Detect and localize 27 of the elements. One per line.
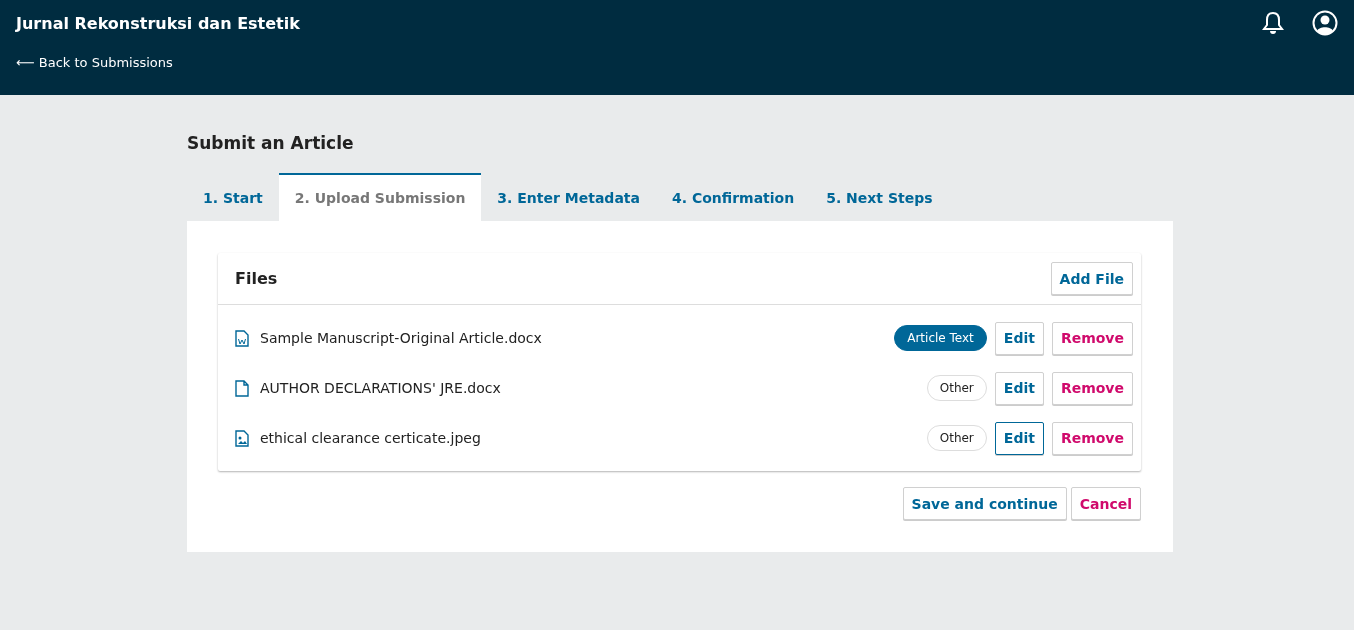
edit-button[interactable]: Edit (994, 371, 1044, 405)
page-title: Submit an Article (187, 133, 355, 153)
edit-button[interactable]: Edit (994, 421, 1044, 455)
files-title: Files (235, 269, 278, 288)
step-tab[interactable]: 1. Start (187, 173, 279, 221)
step-tab[interactable]: 2. Upload Submission (278, 173, 482, 221)
word-document-icon (235, 329, 249, 347)
file-name[interactable]: ethical clearance certicate.jpeg (260, 430, 919, 446)
remove-button[interactable]: Remove (1051, 321, 1133, 355)
step-tab[interactable]: 3. Enter Metadata (481, 173, 656, 221)
add-file-button[interactable]: Add File (1050, 262, 1133, 295)
step-tab[interactable]: 4. Confirmation (655, 173, 811, 221)
file-name[interactable]: AUTHOR DECLARATIONS' JRE.docx (260, 380, 919, 396)
genre-badge: Article Text (894, 325, 987, 351)
user-profile-icon[interactable] (1312, 10, 1338, 36)
edit-button[interactable]: Edit (994, 321, 1044, 355)
notification-bell-icon[interactable] (1262, 11, 1284, 35)
step-tab[interactable]: 5. Next Steps (810, 173, 949, 221)
journal-title[interactable]: Jurnal Rekonstruksi dan Estetik (16, 13, 300, 33)
save-and-continue-button[interactable]: Save and continue (902, 487, 1067, 520)
file-name[interactable]: Sample Manuscript-Original Article.docx (260, 330, 887, 346)
document-icon (235, 379, 249, 397)
image-file-icon (235, 429, 249, 447)
cancel-button[interactable]: Cancel (1070, 487, 1141, 520)
remove-button[interactable]: Remove (1051, 421, 1133, 455)
back-to-submissions-link[interactable]: ⟵ Back to Submissions (16, 55, 173, 70)
remove-button[interactable]: Remove (1051, 371, 1133, 405)
